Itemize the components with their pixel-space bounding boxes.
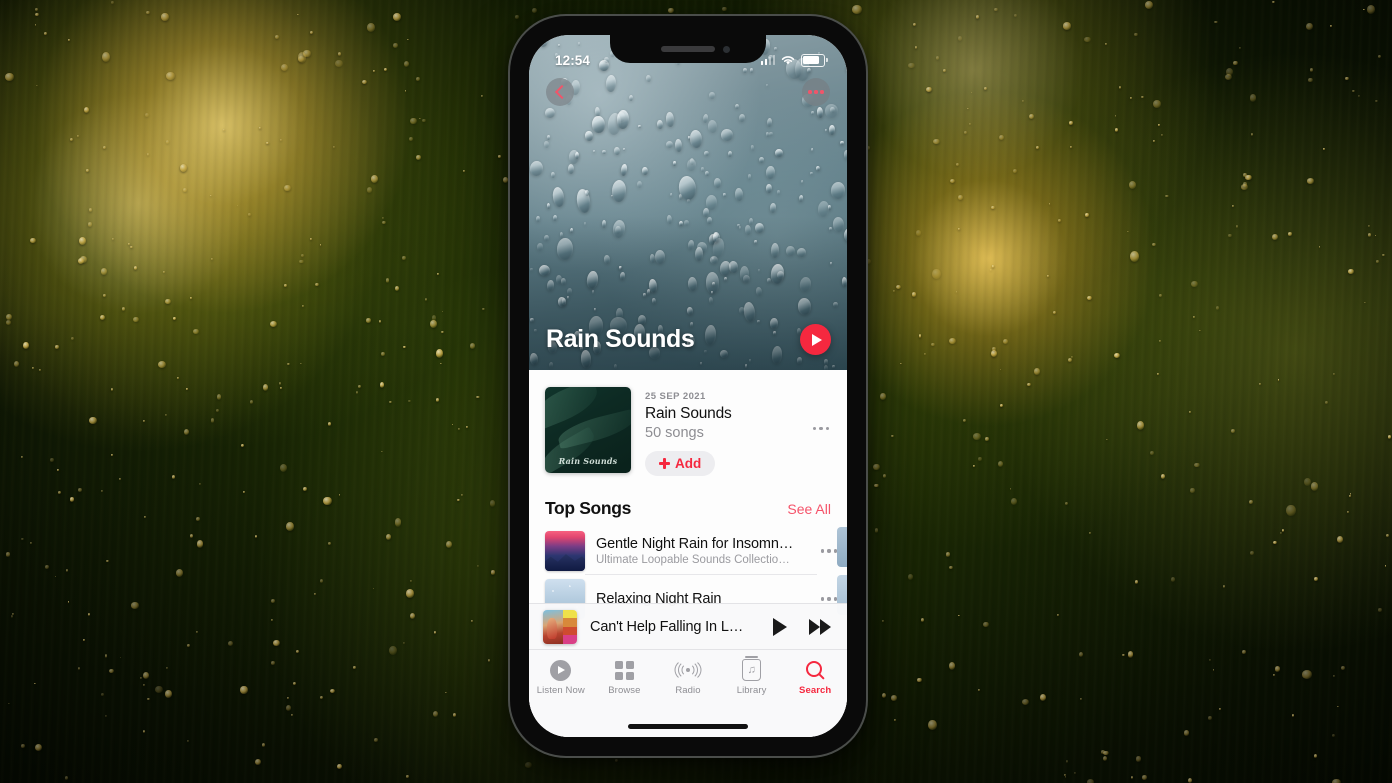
music-library-icon: ♫: [742, 656, 762, 681]
hero-header: Rain Sounds: [529, 35, 847, 370]
radio-waves-icon: [674, 658, 702, 682]
song-row[interactable]: Gentle Night Rain for Insomn… Ultimate L…: [545, 527, 847, 575]
tab-label: Library: [736, 685, 767, 696]
tab-search[interactable]: Search: [783, 659, 847, 696]
now-playing-bar[interactable]: Can't Help Falling In L…: [529, 603, 847, 649]
tab-label: Browse: [608, 685, 641, 696]
iphone-device: 12:54 Rain Sounds Rain Sounds 25 SEP 202…: [510, 16, 866, 756]
status-indicators: [760, 53, 828, 67]
page-title: Rain Sounds: [546, 325, 695, 353]
tab-library[interactable]: ♫ Library: [720, 656, 784, 696]
signal-bars-icon: [760, 55, 775, 65]
hero-more-button[interactable]: [802, 78, 830, 106]
magnifier-icon: [805, 659, 825, 681]
tab-label: Search: [799, 685, 832, 696]
album-header: Rain Sounds 25 SEP 2021 Rain Sounds 50 s…: [529, 370, 847, 476]
battery-icon: [801, 53, 828, 67]
section-title: Top Songs: [545, 498, 631, 518]
now-playing-artwork: [543, 609, 577, 644]
album-title: Rain Sounds: [645, 405, 732, 422]
top-songs-header: Top Songs See All: [529, 476, 847, 527]
home-indicator: [628, 724, 748, 729]
play-icon: [812, 333, 822, 346]
phone-screen: 12:54 Rain Sounds Rain Sounds 25 SEP 202…: [529, 35, 847, 737]
play-circle-icon: [550, 659, 572, 681]
song-title: Gentle Night Rain for Insomn…: [596, 535, 794, 552]
artwork-caption: Rain Sounds: [558, 456, 618, 466]
album-song-count: 50 songs: [645, 425, 704, 441]
song-info: Gentle Night Rain for Insomn… Ultimate L…: [585, 527, 817, 575]
see-all-link[interactable]: See All: [787, 501, 831, 517]
ellipsis-icon: [808, 90, 824, 94]
album-release-date: 25 SEP 2021: [645, 391, 706, 402]
peek-thumbnail: [837, 527, 847, 567]
plus-icon: [659, 458, 670, 469]
front-camera: [723, 46, 730, 53]
artwork-right: [563, 609, 577, 644]
artwork-left: [543, 609, 564, 644]
back-button[interactable]: [546, 78, 574, 106]
tab-label: Listen Now: [536, 685, 585, 696]
grid-squares-icon: [614, 659, 634, 681]
tab-radio[interactable]: Radio: [656, 658, 720, 696]
next-track-button[interactable]: [809, 618, 831, 635]
hero-play-button[interactable]: [800, 324, 831, 355]
song-artwork: [545, 531, 585, 571]
tab-listen-now[interactable]: Listen Now: [529, 659, 593, 696]
status-time: 12:54: [555, 52, 591, 68]
add-button-label: Add: [675, 456, 702, 471]
wifi-icon: [781, 56, 795, 65]
tab-label: Radio: [675, 685, 701, 696]
device-notch: [610, 35, 766, 63]
song-subtitle: Ultimate Loopable Sounds Collectio…: [596, 553, 790, 566]
play-button[interactable]: [773, 617, 787, 636]
tab-browse[interactable]: Browse: [593, 659, 657, 696]
chevron-left-icon: [554, 84, 569, 100]
album-more-button[interactable]: [812, 427, 829, 431]
album-artwork[interactable]: Rain Sounds: [545, 387, 631, 473]
earpiece-speaker: [661, 46, 715, 52]
now-playing-title: Can't Help Falling In L…: [590, 618, 744, 635]
album-metadata: 25 SEP 2021 Rain Sounds 50 songs Add: [631, 387, 831, 476]
add-button[interactable]: Add: [645, 451, 716, 476]
